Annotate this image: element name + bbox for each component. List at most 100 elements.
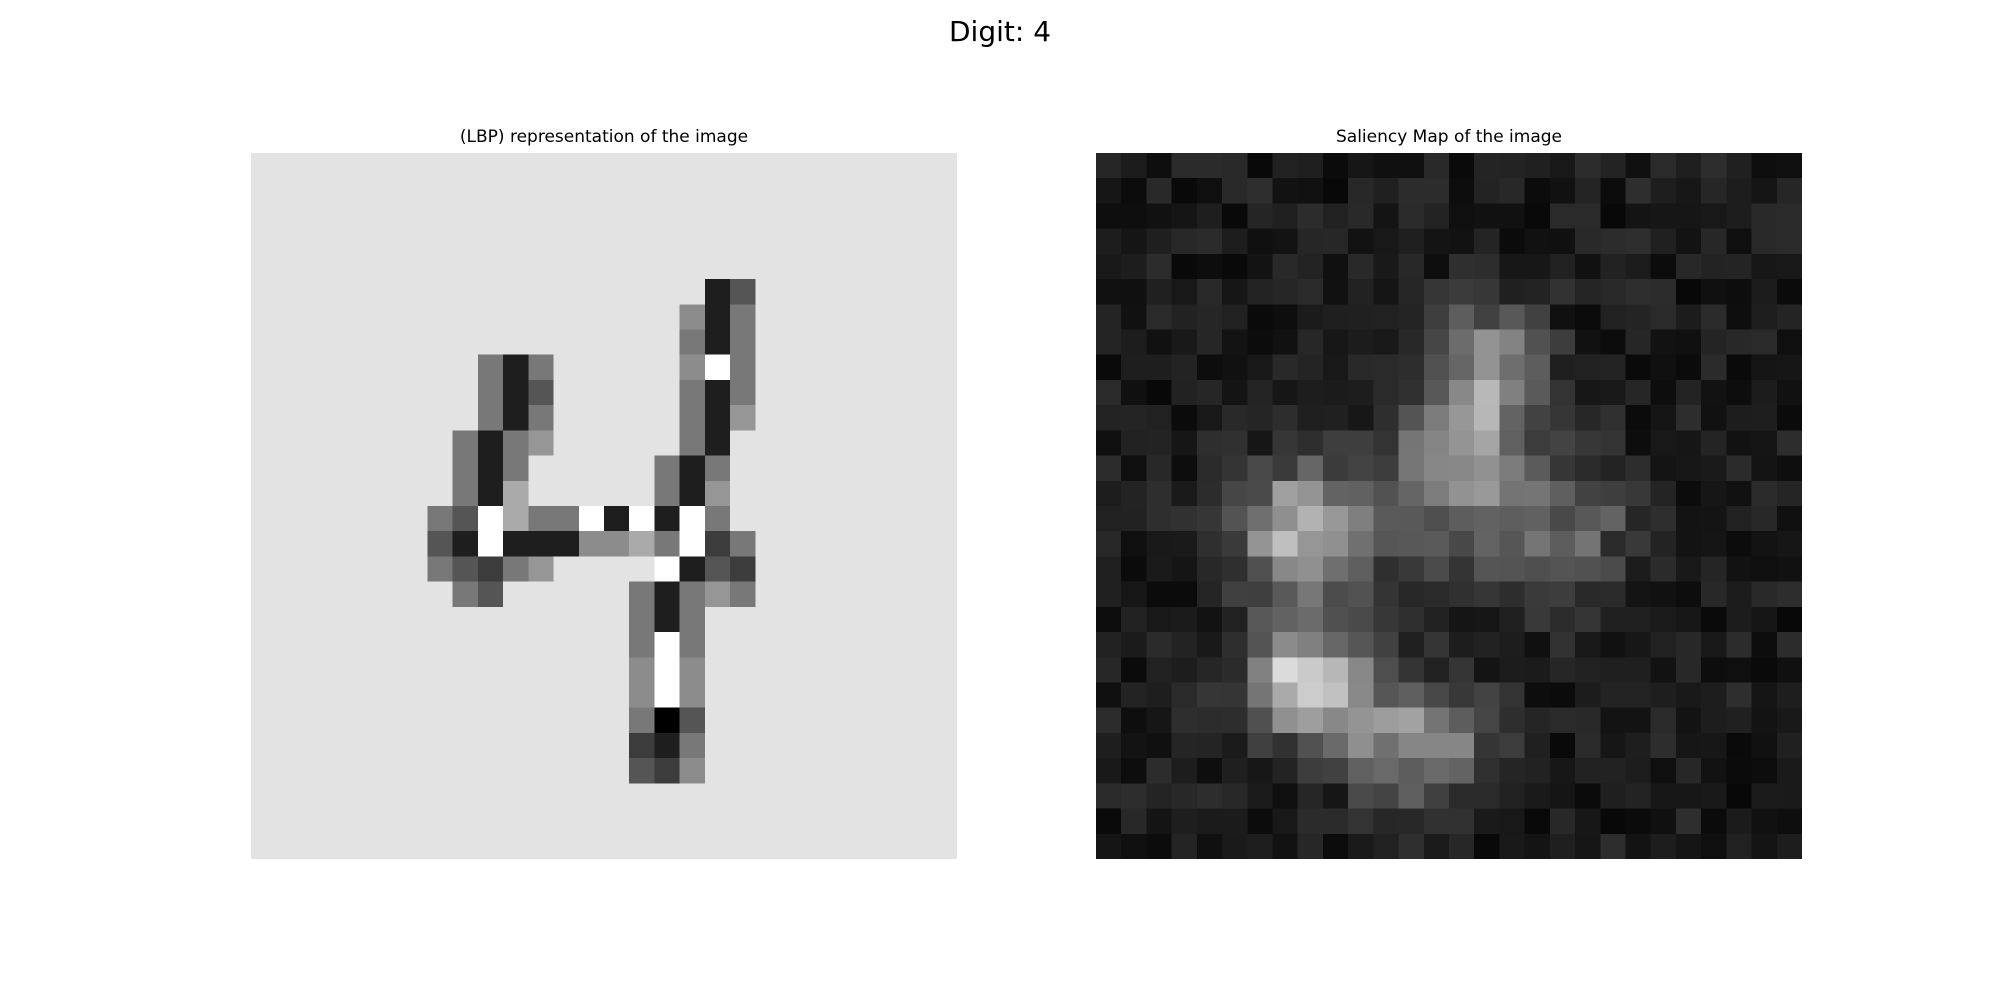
lbp-cell-r22-c6 [402,707,429,734]
saliency-cell-r21-c12 [1398,682,1425,709]
saliency-cell-r18-c12 [1398,606,1425,633]
lbp-cell-r3-c0 [251,228,277,255]
lbp-cell-r13-c8 [452,480,479,507]
lbp-cell-r11-c1 [276,430,303,457]
lbp-cell-r4-c20 [755,253,782,280]
lbp-cell-r17-c26 [906,581,933,608]
saliency-cell-r23-c10 [1348,732,1374,759]
lbp-cell-r6-c23 [830,304,857,331]
saliency-cell-r20-c10 [1348,657,1374,684]
saliency-cell-r1-c0 [1096,178,1122,205]
saliency-cell-r9-c0 [1096,379,1122,406]
saliency-cell-r0-c15 [1474,153,1501,179]
lbp-cell-r5-c11 [528,279,555,305]
lbp-cell-r2-c5 [377,203,403,230]
saliency-cell-r16-c0 [1096,556,1122,583]
saliency-cell-r8-c15 [1474,354,1501,381]
saliency-cell-r20-c17 [1524,657,1551,684]
lbp-cell-r19-c5 [377,632,403,658]
saliency-cell-r23-c2 [1146,732,1173,759]
saliency-cell-r12-c6 [1247,455,1274,482]
saliency-cell-r24-c21 [1625,758,1652,784]
saliency-cell-r17-c10 [1348,581,1374,608]
lbp-cell-r26-c5 [377,808,403,835]
lbp-cell-r9-c14 [604,379,630,406]
saliency-cell-r25-c18 [1549,783,1576,810]
saliency-cell-r16-c5 [1222,556,1248,583]
saliency-cell-r12-c0 [1096,455,1122,482]
saliency-cell-r0-c8 [1297,153,1324,179]
lbp-cell-r6-c16 [654,304,681,331]
lbp-cell-r23-c22 [805,732,832,759]
saliency-cell-r18-c5 [1222,606,1248,633]
lbp-cell-r3-c3 [326,228,353,255]
lbp-cell-r9-c10 [503,379,529,406]
saliency-cell-r20-c24 [1701,657,1727,684]
saliency-cell-r1-c26 [1751,178,1778,205]
lbp-cell-r22-c4 [351,707,378,734]
lbp-cell-r6-c10 [503,304,529,331]
lbp-cell-r7-c22 [805,329,832,356]
lbp-cell-r8-c3 [326,354,353,381]
lbp-cell-r19-c2 [301,632,328,658]
lbp-cell-r3-c15 [629,228,656,255]
saliency-cell-r16-c10 [1348,556,1374,583]
saliency-cell-r21-c22 [1650,682,1677,709]
lbp-cell-r6-c26 [906,304,933,331]
saliency-cell-r2-c4 [1196,203,1223,230]
lbp-cell-r2-c23 [830,203,857,230]
lbp-cell-r26-c17 [679,808,706,835]
lbp-cell-r6-c12 [553,304,580,331]
lbp-cell-r20-c8 [452,657,479,684]
lbp-cell-r2-c4 [351,203,378,230]
saliency-cell-r14-c4 [1196,506,1223,532]
lbp-cell-r11-c6 [402,430,429,457]
lbp-cell-r27-c24 [856,833,882,859]
saliency-cell-r25-c2 [1146,783,1173,810]
saliency-cell-r18-c14 [1449,606,1475,633]
lbp-cell-r0-c16 [654,153,681,179]
lbp-cell-r15-c14 [604,531,630,558]
saliency-cell-r2-c19 [1575,203,1601,230]
saliency-cell-r1-c1 [1121,178,1148,205]
saliency-cell-r10-c18 [1549,405,1576,431]
lbp-cell-r22-c21 [780,707,807,734]
saliency-cell-r23-c14 [1449,732,1475,759]
saliency-cell-r10-c11 [1373,405,1400,431]
lbp-cell-r7-c4 [351,329,378,356]
saliency-cell-r4-c11 [1373,253,1400,280]
saliency-cell-r19-c18 [1549,632,1576,658]
saliency-cell-r2-c27 [1776,203,1802,230]
lbp-cell-r6-c5 [377,304,403,331]
saliency-cell-r3-c3 [1171,228,1198,255]
lbp-cell-r0-c14 [604,153,630,179]
saliency-cell-r18-c19 [1575,606,1601,633]
saliency-cell-r9-c23 [1675,379,1702,406]
saliency-cell-r3-c13 [1423,228,1450,255]
saliency-cell-r25-c19 [1575,783,1601,810]
saliency-cell-r1-c7 [1272,178,1299,205]
saliency-cell-r13-c13 [1423,480,1450,507]
saliency-cell-r23-c23 [1675,732,1702,759]
lbp-cell-r8-c4 [351,354,378,381]
saliency-cell-r11-c2 [1146,430,1173,457]
saliency-cell-r6-c27 [1776,304,1802,331]
saliency-cell-r12-c3 [1171,455,1198,482]
saliency-cell-r13-c1 [1121,480,1148,507]
saliency-cell-r0-c3 [1171,153,1198,179]
saliency-cell-r0-c0 [1096,153,1122,179]
lbp-cell-r0-c1 [276,153,303,179]
saliency-cell-r15-c26 [1751,531,1778,558]
saliency-cell-r6-c6 [1247,304,1274,331]
lbp-cell-r3-c20 [755,228,782,255]
saliency-cell-r4-c20 [1600,253,1627,280]
lbp-cell-r4-c2 [301,253,328,280]
lbp-cell-r3-c21 [780,228,807,255]
lbp-cell-r8-c14 [604,354,630,381]
saliency-cell-r9-c19 [1575,379,1601,406]
lbp-cell-r24-c16 [654,758,681,784]
saliency-cell-r21-c18 [1549,682,1576,709]
lbp-cell-r19-c19 [730,632,756,658]
lbp-cell-r0-c20 [755,153,782,179]
lbp-cell-r19-c3 [326,632,353,658]
